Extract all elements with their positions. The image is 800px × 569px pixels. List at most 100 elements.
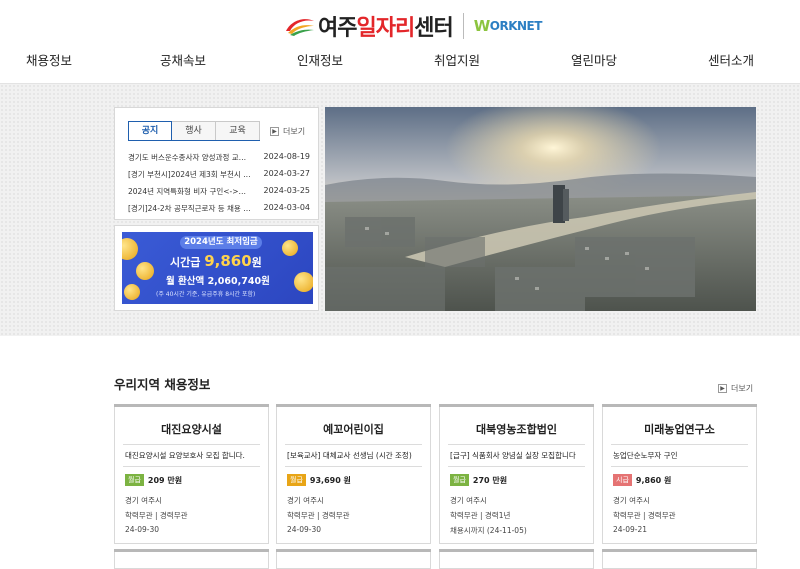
job-wage: 월급 209 만원 xyxy=(125,474,182,486)
job-card[interactable] xyxy=(276,549,431,569)
notice-item[interactable]: 경기도 버스운수종사자 양성과정 교육생 모집 2024-08-19 xyxy=(128,152,310,169)
notice-more-button[interactable]: ▶ 더보기 xyxy=(270,126,305,137)
minimum-wage-panel: 2024년도 최저임금 시간급 9,860원 월 환산액 2,060,740원 … xyxy=(114,225,319,311)
wage-type-badge: 월급 xyxy=(287,474,306,486)
card-divider xyxy=(123,466,260,467)
job-wage-value: 270 만원 xyxy=(472,475,508,485)
card-divider xyxy=(448,466,585,467)
job-wage: 월급 93,690 원 xyxy=(287,474,351,486)
job-requirements: 학력무관 | 경력무관 xyxy=(125,511,188,520)
job-card[interactable] xyxy=(602,549,757,569)
job-card[interactable] xyxy=(114,549,269,569)
tab-event[interactable]: 행사 xyxy=(172,121,216,141)
hero-city-photo xyxy=(325,107,756,311)
jobs-more-label: 더보기 xyxy=(731,384,754,393)
job-wage: 시급 9,860 원 xyxy=(613,474,671,486)
coin-icon xyxy=(282,240,298,256)
notice-item[interactable]: [경기]24-2차 공무직근로자 등 채용 공고 2024-03-04 xyxy=(128,203,310,220)
coin-icon xyxy=(136,262,154,280)
logo-red-text: 일자리 xyxy=(356,16,415,41)
logo-swoosh-icon xyxy=(286,19,314,36)
job-requirements: 학력무관 | 경력1년 xyxy=(450,511,511,520)
job-title: [보육교사] 대체교사 선생님 (시간 조정) xyxy=(287,451,412,460)
nav-item-recruit-info[interactable]: 채용정보 xyxy=(26,50,72,69)
job-requirements: 학력무관 | 경력무관 xyxy=(613,511,676,520)
job-deadline: 24-09-30 xyxy=(125,525,160,534)
site-logo[interactable]: 여주일자리센터 W ORKNET xyxy=(284,8,542,44)
job-location: 경기 여주시 xyxy=(287,496,324,505)
main-nav: 채용정보 공채속보 인재정보 취업지원 열린마당 센터소개 xyxy=(0,50,800,72)
job-deadline: 채용시까지 (24-11-05) xyxy=(450,526,527,535)
nav-item-center-intro[interactable]: 센터소개 xyxy=(708,50,754,69)
notice-panel: 공지 행사 교육 ▶ 더보기 경기도 버스운수종사자 양성과정 교육생 모집 2… xyxy=(114,107,319,220)
notice-date: 2024-08-19 xyxy=(263,152,311,161)
notice-tabs: 공지 행사 교육 xyxy=(128,121,260,141)
job-card[interactable]: 대북영농조합법인 [급구] 식품회사 양념실 실장 모집합니다 월급 270 만원… xyxy=(439,404,594,544)
site-header: 여주일자리센터 W ORKNET 채용정보 공채속보 인재정보 취업지원 열린마당… xyxy=(0,0,800,84)
worknet-logo[interactable]: W ORKNET xyxy=(473,17,543,35)
card-divider xyxy=(123,444,260,445)
nav-item-job-support[interactable]: 취업지원 xyxy=(434,50,480,69)
wage-hour-value: 9,860 xyxy=(204,252,252,270)
jobs-section-title: 우리지역 채용정보 xyxy=(114,377,211,392)
notice-item[interactable]: 2024년 지역특화형 비자 구인<->구직 매칭 2024-03-25 xyxy=(128,186,310,203)
jobs-more-button[interactable]: ▶ 더보기 xyxy=(718,383,753,394)
wage-monthly: 월 환산액 2,060,740원 xyxy=(166,276,270,287)
job-title: [급구] 식품회사 양념실 실장 모집합니다 xyxy=(450,451,576,460)
wage-hour-unit: 원 xyxy=(251,256,262,269)
notice-title: 2024년 지역특화형 비자 구인<->구직 매칭 xyxy=(128,187,252,196)
wage-type-badge: 월급 xyxy=(450,474,469,486)
logo-text: 여주일자리센터 xyxy=(318,10,454,42)
wage-year-label: 2024년도 최저임금 xyxy=(180,236,262,249)
job-title: 대진요양시설 요양보호사 모집 합니다. xyxy=(125,451,245,460)
job-company: 미래농업연구소 xyxy=(644,423,715,436)
job-card[interactable] xyxy=(439,549,594,569)
notice-title: [경기]24-2차 공무직근로자 등 채용 공고 xyxy=(128,204,252,213)
chevron-right-icon: ▶ xyxy=(270,127,279,136)
coin-icon xyxy=(294,272,313,292)
job-location: 경기 여주시 xyxy=(125,496,162,505)
job-location: 경기 여주시 xyxy=(613,496,650,505)
nav-item-open-recruit[interactable]: 공채속보 xyxy=(160,50,206,69)
job-company: 대북영농조합법인 xyxy=(476,423,557,436)
worknet-w: W xyxy=(473,17,491,35)
job-card[interactable]: 대진요양시설 대진요양시설 요양보호사 모집 합니다. 월급 209 만원 경기 … xyxy=(114,404,269,544)
worknet-text: ORKNET xyxy=(489,19,543,33)
job-company: 예꼬어린이집 xyxy=(323,423,384,436)
job-location: 경기 여주시 xyxy=(450,496,487,505)
nav-item-talent-info[interactable]: 인재정보 xyxy=(297,50,343,69)
notice-date: 2024-03-27 xyxy=(263,169,311,178)
card-divider xyxy=(611,444,748,445)
job-requirements: 학력무관 | 경력무관 xyxy=(287,511,350,520)
job-wage-value: 209 만원 xyxy=(147,475,183,485)
minimum-wage-banner[interactable]: 2024년도 최저임금 시간급 9,860원 월 환산액 2,060,740원 … xyxy=(122,232,313,304)
job-company: 대진요양시설 xyxy=(161,423,222,436)
coin-icon xyxy=(122,238,138,260)
logo-divider xyxy=(462,13,464,39)
tab-education[interactable]: 교육 xyxy=(216,121,260,141)
wage-hourly: 시간급 9,860원 xyxy=(170,252,262,270)
job-wage: 월급 270 만원 xyxy=(450,474,507,486)
tab-notice[interactable]: 공지 xyxy=(128,121,172,141)
wage-note: (주 40시간 기준, 유급주휴 8시간 포함) xyxy=(156,291,256,298)
notice-more-label: 더보기 xyxy=(283,127,306,136)
tab-underline xyxy=(128,140,260,141)
notice-date: 2024-03-25 xyxy=(263,186,311,195)
logo-suffix: 센터 xyxy=(414,16,453,41)
notice-list: 경기도 버스운수종사자 양성과정 교육생 모집 2024-08-19 [경기 부… xyxy=(128,152,310,220)
card-divider xyxy=(448,444,585,445)
logo-prefix: 여주 xyxy=(318,16,357,41)
card-divider xyxy=(285,444,422,445)
notice-date: 2024-03-04 xyxy=(263,203,311,212)
card-divider xyxy=(285,466,422,467)
job-card[interactable]: 미래농업연구소 농업단순노무자 구인 시급 9,860 원 경기 여주시 학력무관… xyxy=(602,404,757,544)
nav-item-open-forum[interactable]: 열린마당 xyxy=(571,50,617,69)
job-wage-value: 9,860 원 xyxy=(635,475,672,485)
city-landscape-image xyxy=(325,107,756,311)
wage-hour-prefix: 시간급 xyxy=(170,256,201,269)
coin-icon xyxy=(124,284,140,300)
notice-title: 경기도 버스운수종사자 양성과정 교육생 모집 xyxy=(128,153,252,162)
notice-item[interactable]: [경기 부천시]2024년 제3회 부천시 임기제 채용 2024-03-27 xyxy=(128,169,310,186)
job-card[interactable]: 예꼬어린이집 [보육교사] 대체교사 선생님 (시간 조정) 월급 93,690 … xyxy=(276,404,431,544)
chevron-right-icon: ▶ xyxy=(718,384,727,393)
